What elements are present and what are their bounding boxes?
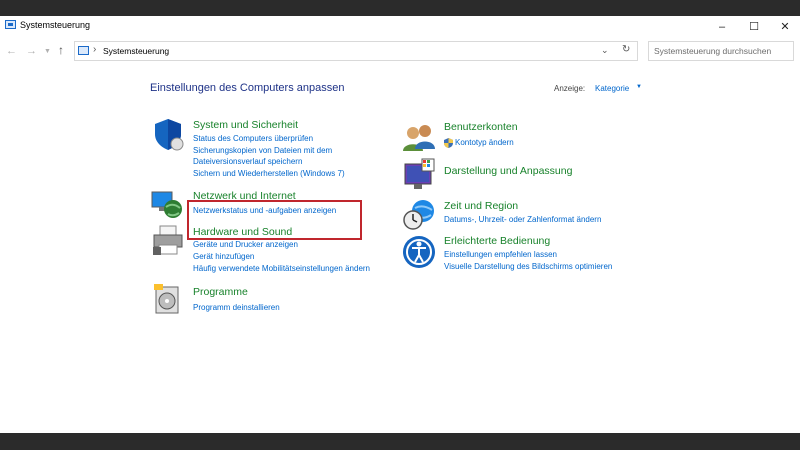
link-backup-restore[interactable]: Sichern und Wiederherstellen (Windows 7) <box>193 169 345 178</box>
refresh-icon[interactable]: ↻ <box>622 44 630 55</box>
category-appearance-personalization[interactable]: Darstellung und Anpassung <box>444 165 572 177</box>
maximize-button[interactable]: ☐ <box>737 16 771 38</box>
link-change-account-type[interactable]: Kontotyp ändern <box>455 138 514 147</box>
monitor-palette-icon[interactable] <box>402 158 436 192</box>
view-mode-dropdown[interactable]: Kategorie <box>595 84 629 93</box>
link-optimize-visual-display[interactable]: Visuelle Darstellung des Bildschirms opt… <box>444 262 612 271</box>
control-panel-icon <box>78 46 89 55</box>
breadcrumb-separator-icon[interactable]: › <box>93 44 96 55</box>
control-panel-icon <box>5 20 16 29</box>
forward-arrow-icon[interactable]: → <box>26 45 37 57</box>
link-date-time-format[interactable]: Datums-, Uhrzeit- oder Zahlenformat ände… <box>444 215 601 224</box>
top-frame <box>0 0 800 16</box>
category-system-security[interactable]: System und Sicherheit <box>193 119 298 131</box>
chevron-down-icon[interactable]: ▼ <box>636 84 642 90</box>
link-uninstall-program[interactable]: Programm deinstallieren <box>193 303 280 312</box>
control-panel-window: Systemsteuerung – ☐ ✕ ← → ▼ ↑ › Systemst… <box>0 16 800 433</box>
link-devices-printers[interactable]: Geräte und Drucker anzeigen <box>193 240 298 249</box>
search-input[interactable]: Systemsteuerung durchsuchen <box>648 41 794 61</box>
recent-locations-chevron-icon[interactable]: ▼ <box>44 48 51 55</box>
link-mobility-settings[interactable]: Häufig verwendete Mobilitätseinstellunge… <box>193 264 370 273</box>
network-globe-icon[interactable] <box>150 186 184 220</box>
link-file-history[interactable]: Dateiversionsverlauf speichern <box>193 157 302 166</box>
users-icon[interactable] <box>402 121 436 155</box>
category-time-region[interactable]: Zeit und Region <box>444 200 518 212</box>
close-button[interactable]: ✕ <box>768 16 800 38</box>
clock-globe-icon[interactable] <box>402 198 436 232</box>
category-hardware-sound[interactable]: Hardware und Sound <box>193 226 292 238</box>
uac-shield-icon <box>444 138 453 148</box>
up-arrow-icon[interactable]: ↑ <box>58 43 64 57</box>
programs-disc-icon[interactable] <box>151 282 185 316</box>
address-field[interactable]: › Systemsteuerung ⌄ ↻ <box>74 41 638 61</box>
printer-icon[interactable] <box>151 223 185 257</box>
bottom-frame <box>0 433 800 450</box>
view-label: Anzeige: <box>554 84 586 93</box>
window-title: Systemsteuerung <box>20 20 91 30</box>
category-ease-of-access[interactable]: Erleichterte Bedienung <box>444 235 550 247</box>
shield-icon[interactable] <box>151 117 185 151</box>
back-arrow-icon[interactable]: ← <box>6 45 17 57</box>
link-computer-status[interactable]: Status des Computers überprüfen <box>193 134 313 143</box>
address-bar: ← → ▼ ↑ › Systemsteuerung ⌄ ↻ Systemsteu… <box>0 39 800 65</box>
category-user-accounts[interactable]: Benutzerkonten <box>444 121 518 133</box>
page-title: Einstellungen des Computers anpassen <box>150 82 345 94</box>
minimize-button[interactable]: – <box>705 16 739 38</box>
breadcrumb[interactable]: Systemsteuerung <box>103 46 169 56</box>
address-dropdown-chevron-icon[interactable]: ⌄ <box>601 45 609 56</box>
link-backup-files[interactable]: Sicherungskopien von Dateien mit dem <box>193 146 332 155</box>
link-recommended-settings[interactable]: Einstellungen empfehlen lassen <box>444 250 557 259</box>
search-placeholder: Systemsteuerung durchsuchen <box>654 46 772 56</box>
accessibility-icon[interactable] <box>402 235 436 269</box>
link-add-device[interactable]: Gerät hinzufügen <box>193 252 254 261</box>
title-bar: Systemsteuerung – ☐ ✕ <box>0 16 800 38</box>
category-programs[interactable]: Programme <box>193 286 248 298</box>
